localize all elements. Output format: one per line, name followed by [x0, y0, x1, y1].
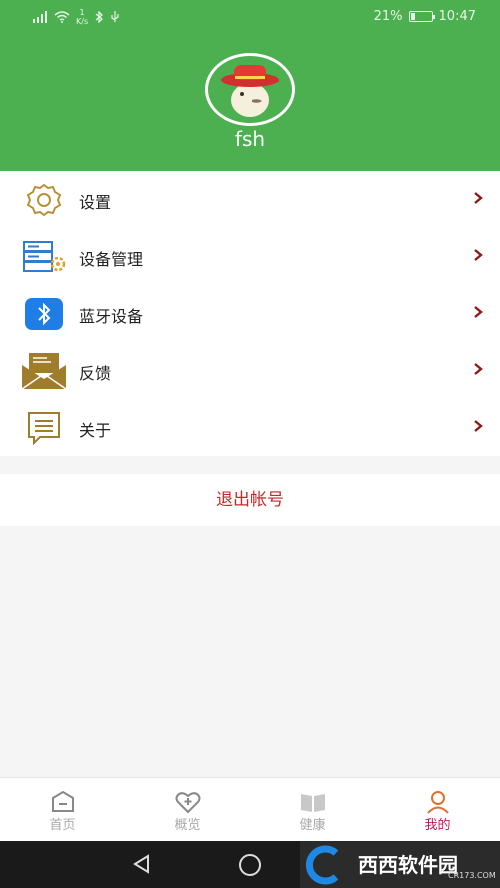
speed-unit: K/s: [76, 17, 89, 26]
battery-icon: [408, 11, 435, 22]
system-nav-bar: 西西软件园 CR173.COM: [0, 841, 500, 888]
bluetooth-status-icon: [95, 11, 104, 23]
battery-percent: 21%: [373, 9, 403, 24]
menu-item-settings[interactable]: 设置: [0, 171, 500, 228]
tab-health[interactable]: 健康: [250, 778, 375, 841]
tab-overview[interactable]: 概览: [125, 778, 250, 841]
message-icon: [20, 410, 68, 446]
envelope-icon: [20, 353, 68, 390]
menu-item-bluetooth[interactable]: 蓝牙设备: [0, 285, 500, 342]
gear-icon: [20, 182, 68, 218]
usb-icon: [111, 11, 119, 22]
bottom-tab-bar: 首页 概览 健康 我的: [0, 777, 500, 841]
watermark-subtext: CR173.COM: [448, 871, 496, 880]
settings-menu: 设置 设备管理 蓝牙设备 反馈 关于: [0, 171, 500, 456]
profile-header: 1 K/s 21% 10:47 fsh: [0, 0, 500, 171]
home-nav-icon[interactable]: [239, 854, 261, 876]
menu-item-feedback[interactable]: 反馈: [0, 342, 500, 399]
tab-label: 概览: [174, 818, 201, 833]
menu-item-label: 设备管理: [79, 250, 144, 269]
network-speed: 1 K/s: [76, 8, 88, 26]
menu-item-label: 反馈: [79, 364, 112, 383]
username: fsh: [234, 127, 266, 151]
tab-label: 我的: [424, 818, 451, 833]
menu-item-label: 关于: [79, 421, 112, 440]
watermark: 西西软件园 CR173.COM: [300, 841, 500, 888]
watermark-text: 西西软件园: [358, 853, 458, 877]
status-bar: 1 K/s 21% 10:47: [0, 0, 500, 34]
menu-item-about[interactable]: 关于: [0, 399, 500, 456]
menu-item-device-management[interactable]: 设备管理: [0, 228, 500, 285]
avatar-image: [221, 65, 279, 117]
back-icon[interactable]: [132, 854, 152, 874]
wifi-icon: [54, 11, 70, 23]
device-manage-icon: [20, 239, 68, 275]
clock: 10:47: [438, 9, 476, 24]
logout-button[interactable]: 退出帐号: [0, 474, 500, 526]
chevron-right-icon: [474, 420, 483, 432]
tab-mine[interactable]: 我的: [375, 778, 500, 841]
tab-home[interactable]: 首页: [0, 778, 125, 841]
tab-label: 健康: [299, 818, 326, 833]
home-icon: [51, 790, 74, 812]
menu-item-label: 设置: [79, 193, 112, 212]
speed-value: 1: [79, 8, 85, 17]
watermark-logo-icon: [306, 845, 339, 885]
chevron-right-icon: [474, 306, 483, 318]
chevron-right-icon: [474, 363, 483, 375]
chevron-right-icon: [474, 249, 483, 261]
chevron-right-icon: [474, 192, 483, 204]
book-icon: [300, 794, 325, 812]
user-icon: [426, 791, 449, 814]
menu-item-label: 蓝牙设备: [79, 307, 144, 326]
bluetooth-icon: [20, 296, 68, 332]
tab-label: 首页: [49, 818, 76, 833]
avatar[interactable]: [205, 53, 295, 126]
heart-plus-icon: [175, 792, 200, 814]
signal-icon: [33, 11, 48, 23]
